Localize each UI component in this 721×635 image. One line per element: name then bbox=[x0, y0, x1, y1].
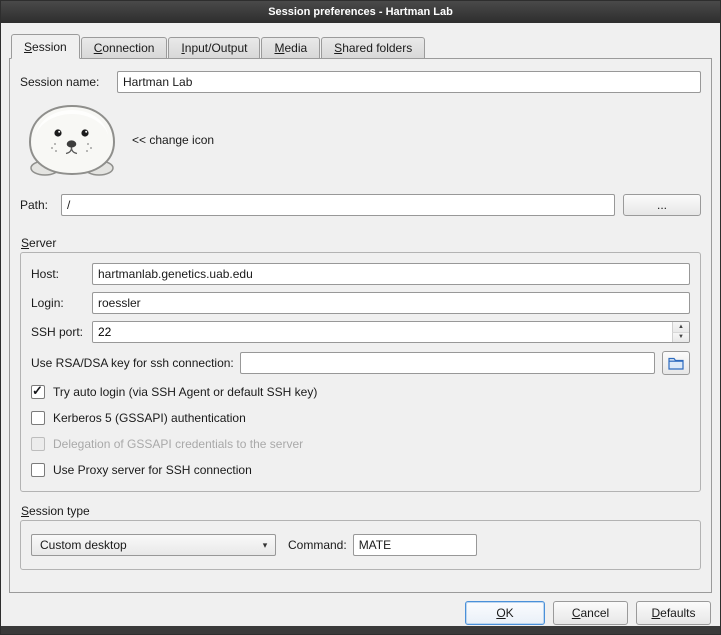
seal-icon bbox=[26, 102, 118, 178]
check-icon: ✓ bbox=[32, 383, 43, 399]
login-input[interactable] bbox=[92, 292, 690, 314]
auto-login-row: ✓ Try auto login (via SSH Agent or defau… bbox=[31, 379, 690, 405]
tab-input-output[interactable]: Input/Output bbox=[168, 37, 260, 59]
tab-shared-folders-label: Shared folders bbox=[334, 41, 412, 55]
kerberos-label: Kerberos 5 (GSSAPI) authentication bbox=[53, 411, 246, 425]
path-input[interactable] bbox=[61, 194, 615, 216]
command-input[interactable] bbox=[353, 534, 477, 556]
gssapi-delegation-checkbox: ✓ bbox=[31, 437, 45, 451]
ssh-port-label: SSH port: bbox=[31, 325, 92, 339]
kerberos-row: ✓ Kerberos 5 (GSSAPI) authentication bbox=[31, 405, 690, 431]
tab-connection[interactable]: Connection bbox=[81, 37, 168, 59]
server-group-frame: Host: Login: SSH port: ▲ bbox=[20, 252, 701, 492]
auto-login-checkbox[interactable]: ✓ bbox=[31, 385, 45, 399]
command-label: Command: bbox=[288, 538, 347, 552]
ssh-port-decrement-button[interactable]: ▼ bbox=[672, 333, 689, 343]
tab-bar: Session Connection Input/Output Media Sh… bbox=[9, 34, 712, 59]
proxy-checkbox[interactable]: ✓ bbox=[31, 463, 45, 477]
tab-input-output-label: Input/Output bbox=[181, 41, 247, 55]
tab-shared-folders[interactable]: Shared folders bbox=[321, 37, 425, 59]
tab-media[interactable]: Media bbox=[261, 37, 320, 59]
ok-button[interactable]: OK bbox=[465, 601, 545, 625]
session-type-group-frame: Custom desktop ▾ Command: bbox=[20, 520, 701, 570]
session-name-label: Session name: bbox=[20, 75, 117, 89]
host-label: Host: bbox=[31, 267, 92, 281]
window-title: Session preferences - Hartman Lab bbox=[268, 6, 453, 18]
session-name-input[interactable] bbox=[117, 71, 701, 93]
path-label: Path: bbox=[20, 198, 61, 212]
session-tab-panel: Session name: bbox=[9, 58, 712, 593]
defaults-button[interactable]: Defaults bbox=[636, 601, 711, 625]
proxy-label: Use Proxy server for SSH connection bbox=[53, 463, 252, 477]
folder-open-icon bbox=[668, 356, 684, 370]
session-type-dropdown[interactable]: Custom desktop ▾ bbox=[31, 534, 276, 556]
tab-connection-label: Connection bbox=[94, 41, 155, 55]
path-browse-button[interactable]: ... bbox=[623, 194, 701, 216]
tab-media-label: Media bbox=[274, 41, 307, 55]
ssh-port-increment-button[interactable]: ▲ bbox=[672, 322, 689, 333]
session-type-selected-value: Custom desktop bbox=[32, 538, 255, 552]
session-icon-button[interactable] bbox=[26, 102, 118, 178]
spin-up-icon: ▲ bbox=[678, 324, 684, 330]
gssapi-delegation-label: Delegation of GSSAPI credentials to the … bbox=[53, 437, 303, 451]
host-input[interactable] bbox=[92, 263, 690, 285]
rsa-key-label: Use RSA/DSA key for ssh connection: bbox=[31, 356, 234, 370]
dialog-button-row: OK Cancel Defaults bbox=[9, 601, 712, 625]
window-bottom-edge bbox=[1, 626, 720, 634]
gssapi-delegation-row: ✓ Delegation of GSSAPI credentials to th… bbox=[31, 431, 690, 457]
session-preferences-window: Session preferences - Hartman Lab Sessio… bbox=[0, 0, 721, 635]
session-type-group-title: Session type bbox=[21, 504, 701, 518]
tab-session[interactable]: Session bbox=[11, 34, 80, 59]
ssh-port-input[interactable] bbox=[93, 322, 672, 342]
spin-down-icon: ▼ bbox=[678, 334, 684, 340]
chevron-down-icon: ▾ bbox=[255, 540, 275, 551]
ssh-port-spinbox: ▲ ▼ bbox=[92, 321, 690, 343]
auto-login-label: Try auto login (via SSH Agent or default… bbox=[53, 385, 317, 399]
tab-session-label: Session bbox=[24, 40, 67, 54]
rsa-key-input[interactable] bbox=[240, 352, 655, 374]
cancel-button[interactable]: Cancel bbox=[553, 601, 628, 625]
proxy-row: ✓ Use Proxy server for SSH connection bbox=[31, 457, 690, 483]
kerberos-checkbox[interactable]: ✓ bbox=[31, 411, 45, 425]
change-icon-hint: << change icon bbox=[132, 133, 214, 147]
server-group-title: Server bbox=[21, 236, 701, 250]
titlebar: Session preferences - Hartman Lab bbox=[1, 1, 720, 23]
login-label: Login: bbox=[31, 296, 92, 310]
session-icon-row: << change icon bbox=[26, 102, 701, 178]
rsa-key-browse-button[interactable] bbox=[662, 351, 690, 375]
